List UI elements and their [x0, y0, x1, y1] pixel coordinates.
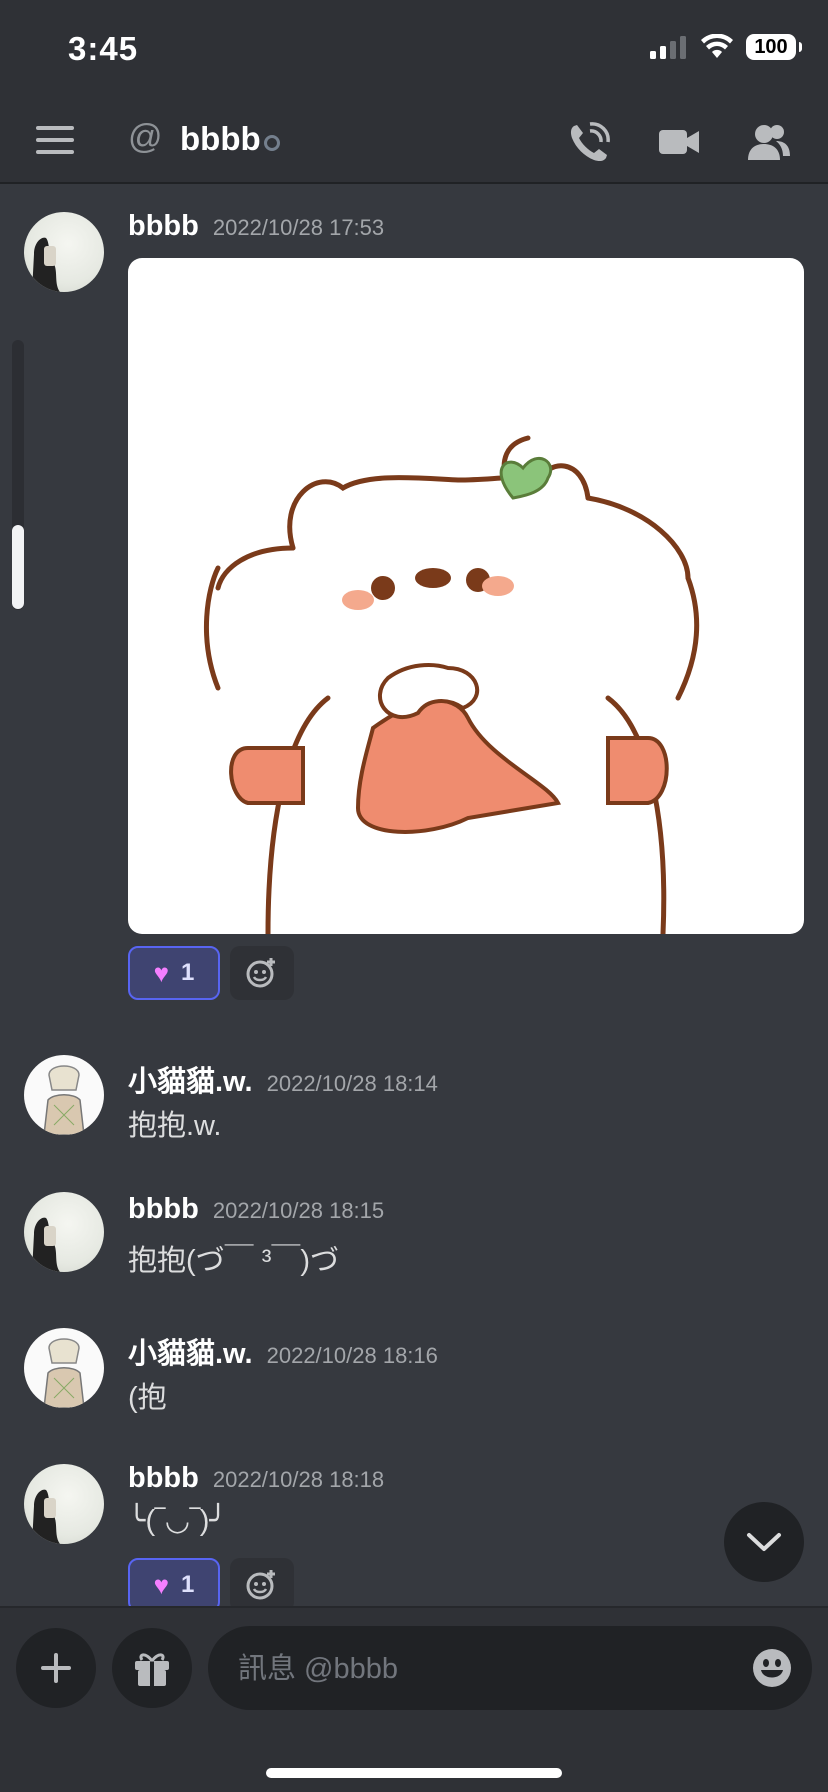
members-icon[interactable] — [746, 120, 792, 164]
author-name[interactable]: bbbb — [128, 1193, 199, 1225]
emoji-icon[interactable] — [752, 1648, 792, 1688]
message-timestamp: 2022/10/28 18:15 — [212, 1198, 385, 1223]
message-content: (抱 — [128, 1382, 167, 1414]
message-content: ╰(‾◡‾)╯ — [128, 1505, 227, 1537]
composer-bar — [0, 1606, 828, 1792]
sparkling-heart-icon: ♥ — [153, 1569, 170, 1600]
message-input[interactable] — [236, 1648, 720, 1690]
video-call-icon[interactable] — [656, 120, 702, 164]
status-time: 3:45 — [68, 30, 139, 67]
add-reaction-button[interactable] — [230, 1558, 294, 1612]
attach-button[interactable] — [16, 1628, 96, 1708]
message-timestamp: 2022/10/28 18:16 — [266, 1343, 438, 1368]
author-name[interactable]: bbbb — [128, 210, 199, 242]
hamster-sticker-image — [203, 435, 700, 934]
offline-status-icon — [264, 135, 280, 151]
cellular-signal-icon — [650, 36, 686, 59]
chevron-down-icon — [747, 1533, 781, 1551]
channel-header: @ bbbb — [0, 100, 828, 184]
avatar[interactable] — [24, 212, 104, 292]
add-reaction-icon — [246, 958, 275, 988]
status-icons: 100 — [648, 34, 802, 60]
avatar[interactable] — [24, 1328, 104, 1408]
message-author[interactable]: bbbb 2022/10/28 18:15 — [128, 1193, 384, 1226]
gift-icon — [135, 1653, 169, 1686]
voice-call-icon[interactable] — [566, 120, 612, 164]
wifi-icon — [701, 34, 733, 58]
message-timestamp: 2022/10/28 18:14 — [266, 1071, 438, 1096]
message-timestamp: 2022/10/28 17:53 — [212, 215, 385, 240]
message-input-container — [208, 1626, 812, 1710]
sparkling-heart-icon: ♥ — [153, 957, 170, 988]
message-author[interactable]: bbbb 2022/10/28 17:53 — [128, 210, 384, 243]
avatar[interactable] — [24, 1055, 104, 1135]
home-indicator[interactable] — [266, 1768, 562, 1778]
message-content: 抱抱(づ￣ ³￣)づ — [128, 1245, 340, 1277]
author-name[interactable]: bbbb — [128, 1462, 199, 1494]
message-author[interactable]: 小貓貓.w. 2022/10/28 18:16 — [128, 1330, 438, 1372]
plus-icon — [41, 1653, 71, 1683]
message-timestamp: 2022/10/28 18:18 — [212, 1467, 385, 1492]
menu-icon[interactable] — [36, 126, 76, 156]
avatar[interactable] — [24, 1192, 104, 1272]
reaction-count: 1 — [181, 1571, 195, 1598]
scroll-thumb[interactable] — [12, 525, 24, 609]
heart-reaction[interactable]: ♥ 1 — [128, 946, 220, 1000]
avatar[interactable] — [24, 1464, 104, 1544]
at-icon: @ — [128, 118, 163, 156]
add-reaction-icon — [246, 1570, 275, 1600]
heart-reaction[interactable]: ♥ 1 — [128, 1558, 220, 1612]
channel-name: bbbb — [180, 120, 261, 157]
message-author[interactable]: 小貓貓.w. 2022/10/28 18:14 — [128, 1058, 438, 1100]
status-bar: 3:45 100 — [0, 0, 828, 100]
battery-indicator: 100 — [746, 34, 802, 60]
add-reaction-button[interactable] — [230, 946, 294, 1000]
reaction-count: 1 — [181, 959, 195, 986]
author-name[interactable]: 小貓貓.w. — [128, 1066, 253, 1098]
message-author[interactable]: bbbb 2022/10/28 18:18 — [128, 1462, 384, 1495]
image-attachment[interactable] — [128, 258, 804, 934]
message-content: 抱抱.w. — [128, 1110, 222, 1142]
author-name[interactable]: 小貓貓.w. — [128, 1338, 253, 1370]
jump-to-bottom-button[interactable] — [724, 1502, 804, 1582]
gift-button[interactable] — [112, 1628, 192, 1708]
